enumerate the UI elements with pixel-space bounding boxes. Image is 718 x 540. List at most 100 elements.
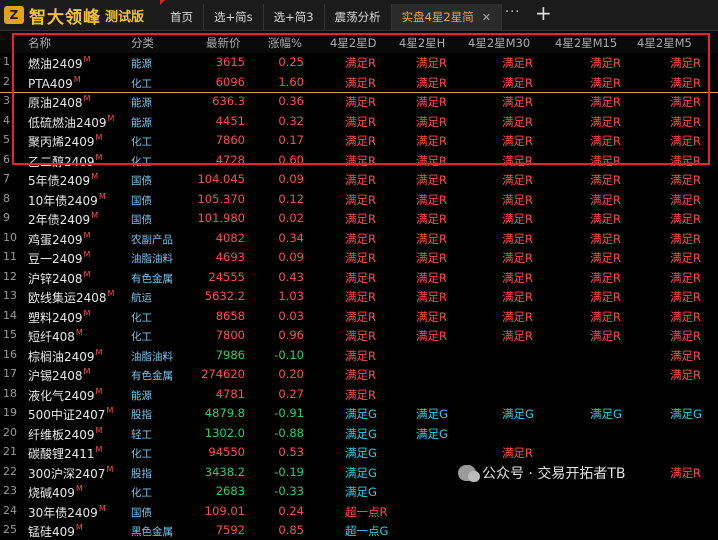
last-price: 1302.0 bbox=[204, 425, 245, 440]
last-price: 274620 bbox=[201, 367, 245, 381]
table-row[interactable]: 12 沪锌2408M 有色金属 24555 0.43 满足R 满足R 满足R 满足R 满足R bbox=[0, 268, 718, 287]
category: 农副产品 bbox=[131, 233, 173, 246]
last-price: 24555 bbox=[208, 269, 245, 284]
contract-name: 300沪深2407M bbox=[28, 465, 113, 482]
table-row[interactable]: 5 聚丙烯2409M 化工 7860 0.17 满足R 满足R 满足R 满足R 满足R bbox=[0, 131, 718, 150]
column-header-name[interactable]: 名称 bbox=[28, 35, 51, 51]
column-header-h[interactable]: 4星2星H bbox=[399, 35, 445, 51]
table-row[interactable]: 8 10年债2409M 国债 105.370 0.12 满足R 满足R 满足R 满足R 满足R bbox=[0, 190, 718, 209]
signal-d: 满足R bbox=[345, 192, 376, 207]
signal-d: 满足R bbox=[345, 251, 376, 265]
tab-close-icon[interactable]: ✕ bbox=[482, 11, 491, 24]
signal-m30: 满足R bbox=[502, 231, 533, 246]
change-percent: 1.60 bbox=[278, 74, 304, 89]
signal-h: 满足R bbox=[416, 270, 447, 285]
table-row[interactable]: 20 纤维板2409M 轻工 1302.0 -0.88 满足G 满足G bbox=[0, 424, 718, 443]
table-row[interactable]: 3 原油2408M 能源 636.3 0.36 满足R 满足R 满足R 满足R 满足R bbox=[0, 92, 718, 111]
row-number: 4 bbox=[3, 113, 10, 127]
table-row[interactable]: 18 液化气2409M 能源 4781 0.27 满足R bbox=[0, 385, 718, 404]
signal-h: 满足R bbox=[416, 329, 447, 343]
table-row[interactable]: 6 乙二醇2409M 化工 4728 0.60 满足R 满足R 满足R 满足R 满足R bbox=[0, 151, 718, 170]
table-row[interactable]: 13 欧线集运2408M 航运 5632.2 1.03 满足R 满足R 满足R 满足R 满足R bbox=[0, 287, 718, 306]
contract-name-text: 欧线集运2408 bbox=[28, 291, 107, 305]
main-contract-mark: M bbox=[75, 484, 83, 493]
signal-h: 满足R bbox=[416, 134, 447, 148]
column-header-cat[interactable]: 分类 bbox=[131, 35, 154, 51]
main-contract-mark: M bbox=[95, 386, 103, 396]
row-number: 8 bbox=[3, 191, 10, 205]
row-number: 16 bbox=[3, 347, 17, 361]
table-row[interactable]: 1 燃油2409M 能源 3615 0.25 满足R 满足R 满足R 满足R 满足R bbox=[0, 53, 718, 72]
row-number: 9 bbox=[3, 211, 10, 224]
category: 化工 bbox=[131, 331, 152, 343]
category: 黑色金属 bbox=[131, 526, 173, 538]
signal-m15: 满足R bbox=[590, 75, 621, 90]
table-row[interactable]: 24 30年债2409M 国债 109.01 0.24 超一点R bbox=[0, 502, 718, 521]
table-row[interactable]: 11 豆一2409M 油脂油料 4693 0.09 满足R 满足R 满足R 满足R 满足R bbox=[0, 248, 718, 267]
contract-name-text: 棕榈油2409 bbox=[28, 349, 95, 364]
column-header-m30[interactable]: 4星2星M30 bbox=[468, 35, 530, 51]
signal-m5: 满足R bbox=[670, 212, 701, 226]
column-header-d[interactable]: 4星2星D bbox=[330, 35, 377, 51]
contract-name: 乙二醇2409M bbox=[28, 153, 102, 170]
table-row[interactable]: 16 棕榈油2409M 油脂油料 7986 -0.10 满足R 满足R bbox=[0, 346, 718, 365]
table-row[interactable]: 19 500中证2407M 股指 4879.8 -0.91 满足G 满足G 满足G 满足G 满足G bbox=[0, 404, 718, 423]
change-percent: 0.60 bbox=[278, 152, 304, 167]
change-percent: 0.25 bbox=[278, 55, 304, 69]
row-number: 15 bbox=[3, 328, 17, 341]
signal-m5: 满足R bbox=[670, 134, 701, 148]
contract-name: 欧线集运2408M bbox=[28, 289, 114, 306]
tab-2[interactable]: 选+简3 bbox=[264, 4, 325, 30]
watermark-text: 公众号 · 交易开拓者TB bbox=[482, 466, 626, 482]
table-row[interactable]: 2 PTA409M 化工 6096 1.60 满足R 满足R 满足R 满足R 满足R bbox=[0, 73, 718, 93]
row-number: 14 bbox=[3, 308, 17, 322]
add-tab-button[interactable]: + bbox=[535, 1, 552, 25]
signal-m15: 满足R bbox=[590, 231, 621, 246]
column-header-chg[interactable]: 涨幅% bbox=[268, 35, 302, 51]
last-price: 4693 bbox=[215, 250, 245, 264]
change-percent: 0.96 bbox=[278, 328, 304, 342]
contract-name-text: PTA409 bbox=[28, 76, 73, 91]
table-row[interactable]: 7 5年债2409M 国债 104.045 0.09 满足R 满足R 满足R 满足R 满足R bbox=[0, 170, 718, 189]
tab-0[interactable]: 首页 bbox=[160, 0, 204, 30]
row-number: 12 bbox=[3, 269, 17, 283]
contract-name-text: 沪锡2408 bbox=[28, 369, 83, 383]
signal-d: 满足R bbox=[345, 114, 376, 129]
signal-d: 满足R bbox=[345, 368, 376, 382]
contract-name-text: 500中证2407 bbox=[28, 408, 106, 422]
tab-4[interactable]: 实盘4星2星简 ✕ bbox=[391, 4, 502, 30]
more-tabs-button[interactable]: ··· bbox=[505, 5, 520, 20]
last-price: 4879.8 bbox=[204, 406, 245, 420]
table-row[interactable]: 17 沪锡2408M 有色金属 274620 0.20 满足R 满足R bbox=[0, 365, 718, 384]
table-row[interactable]: 21 碳酸锂2411M 化工 94550 0.53 满足G 满足R bbox=[0, 443, 718, 462]
signal-m30: 满足R bbox=[502, 95, 533, 109]
tab-1[interactable]: 选+简s bbox=[204, 4, 264, 30]
signal-h: 满足R bbox=[416, 309, 447, 324]
table-row[interactable]: 14 塑料2409M 化工 8658 0.03 满足R 满足R 满足R 满足R 满足R bbox=[0, 307, 718, 326]
row-number: 5 bbox=[3, 133, 10, 146]
tab-label: 选+简s bbox=[214, 10, 253, 24]
tab-3[interactable]: 震荡分析 bbox=[325, 4, 392, 30]
main-contract-mark: M bbox=[75, 328, 83, 337]
main-contract-mark: M bbox=[83, 367, 91, 376]
signal-d: 满足R bbox=[345, 153, 376, 168]
table-row[interactable]: 23 烧碱409M 化工 2683 -0.33 满足G bbox=[0, 482, 718, 501]
watermark: 公众号 · 交易开拓者TB bbox=[458, 462, 626, 484]
last-price: 7986 bbox=[215, 347, 245, 362]
table-row[interactable]: 15 短纤408M 化工 7800 0.96 满足R 满足R 满足R 满足R 满足R bbox=[0, 326, 718, 345]
table-row[interactable]: 10 鸡蛋2409M 农副产品 4082 0.34 满足R 满足R 满足R 满足R 满足R bbox=[0, 229, 718, 248]
change-percent: -0.88 bbox=[274, 425, 304, 440]
category: 有色金属 bbox=[131, 370, 173, 382]
signal-d: 满足R bbox=[345, 212, 376, 226]
contract-name: 液化气2409M bbox=[28, 387, 102, 404]
table-row[interactable]: 4 低硫燃油2409M 能源 4451 0.32 满足R 满足R 满足R 满足R 满足R bbox=[0, 112, 718, 131]
column-header-m5[interactable]: 4星2星M5 bbox=[637, 35, 692, 51]
contract-name: 烧碱409M bbox=[28, 484, 83, 501]
column-header-m15[interactable]: 4星2星M15 bbox=[555, 35, 617, 51]
table-row[interactable]: 9 2年债2409M 国债 101.980 0.02 满足R 满足R 满足R 满足R 满足R bbox=[0, 209, 718, 228]
brand-name: 智大领峰 bbox=[29, 7, 101, 28]
column-header-price[interactable]: 最新价 bbox=[206, 35, 241, 51]
main-contract-mark: M bbox=[83, 269, 91, 279]
signal-m5: 满足G bbox=[670, 407, 702, 421]
table-row[interactable]: 25 锰硅409M 黑色金属 7592 0.85 超一点G bbox=[0, 521, 718, 540]
